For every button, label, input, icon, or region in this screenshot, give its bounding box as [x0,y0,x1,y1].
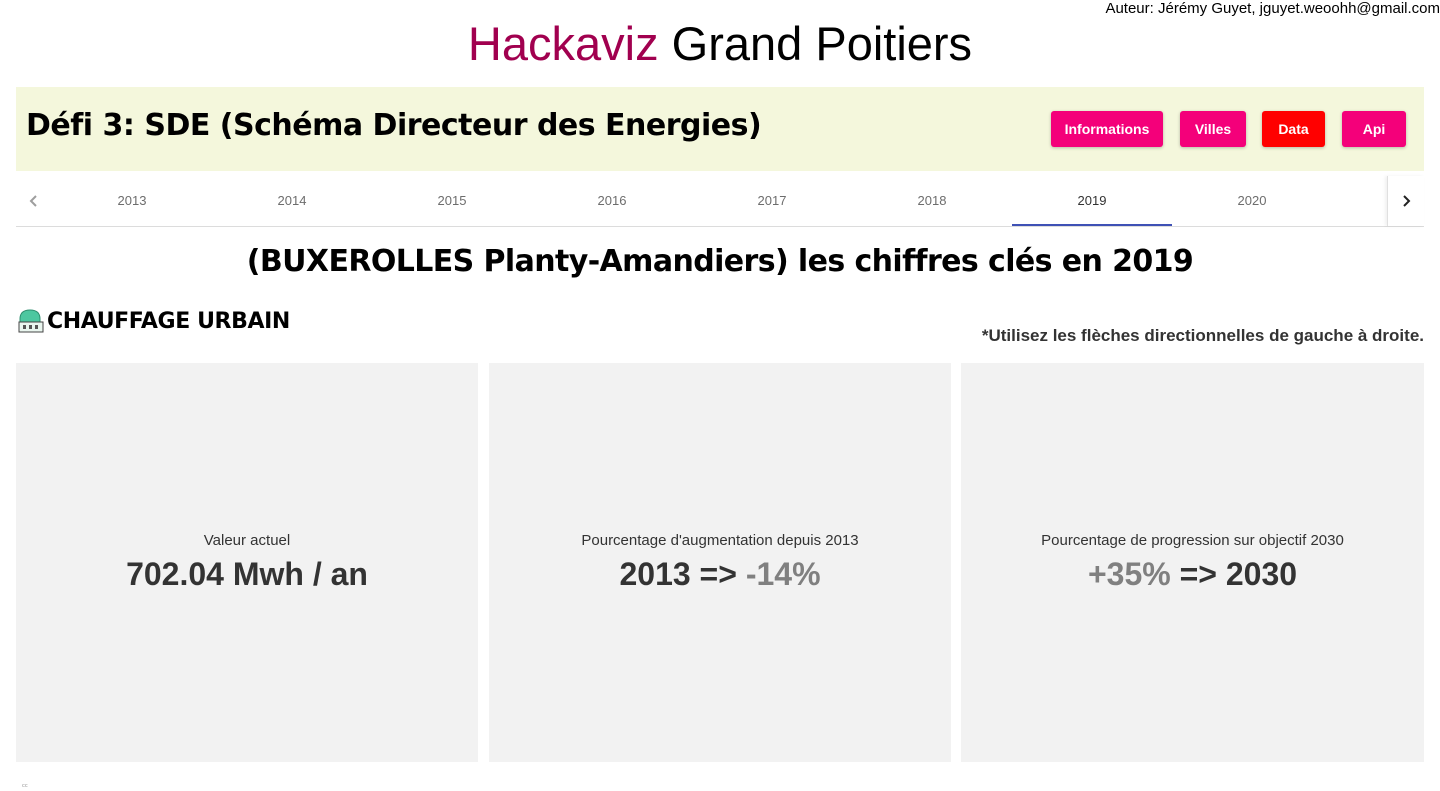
section-heading: CHAUFFAGE URBAIN [17,308,290,334]
challenge-banner: Défi 3: SDE (Schéma Directeur des Energi… [16,87,1424,171]
district-heating-icon [18,309,44,333]
site-title: Hackaviz Grand Poitiers [0,14,1440,74]
page-headline: (BUXEROLLES Planty-Amandiers) les chiffr… [246,244,1194,279]
objective-card: Pourcentage de progression sur objectif … [961,363,1424,762]
tab-2018[interactable]: 2018 [852,176,1012,226]
tab-2016[interactable]: 2016 [532,176,692,226]
villes-button[interactable]: Villes [1180,111,1246,147]
tab-2017[interactable]: 2017 [692,176,852,226]
objective-suffix: => 2030 [1170,556,1298,592]
tab-2019[interactable]: 2019 [1012,176,1172,226]
tab-2013[interactable]: 2013 [52,176,212,226]
data-button[interactable]: Data [1262,111,1325,147]
tab-2020[interactable]: 2020 [1172,176,1332,226]
tabs-scroll-left[interactable] [16,176,52,226]
objective-value: +35% => 2030 [961,556,1424,593]
current-value: 702.04 Mwh / an [126,556,368,592]
objective-percent: +35% [1087,556,1171,592]
card-label: Valeur actuel [203,532,291,549]
footer-mark: ᶜᶜ [22,782,28,791]
chevron-right-icon [1403,195,1411,207]
year-tabs: 2013 2014 2015 2016 2017 2018 2019 2020 [16,176,1424,227]
card-label: Pourcentage d'augmentation depuis 2013 [581,532,859,549]
challenge-title: Défi 3: SDE (Schéma Directeur des Energi… [26,108,762,143]
increase-value: 2013 => -14% [489,556,951,593]
informations-button[interactable]: Informations [1051,111,1163,147]
increase-prefix: 2013 => [619,556,746,592]
section-title: CHAUFFAGE URBAIN [47,309,290,334]
navigation-hint: *Utilisez les flèches directionnelles de… [981,326,1424,345]
increase-percent: -14% [745,556,821,592]
api-button[interactable]: Api [1342,111,1406,147]
card-label: Pourcentage de progression sur objectif … [1041,532,1344,549]
increase-card: Pourcentage d'augmentation depuis 2013 2… [489,363,951,762]
brand-name: Hackaviz [467,17,659,70]
current-value-card: Valeur actuel 702.04 Mwh / an [16,363,478,762]
tabs-scroll-right[interactable] [1387,176,1424,226]
tab-2015[interactable]: 2015 [372,176,532,226]
tab-2014[interactable]: 2014 [212,176,372,226]
city-name: Grand Poitiers [671,17,973,70]
chevron-left-icon [29,195,37,207]
